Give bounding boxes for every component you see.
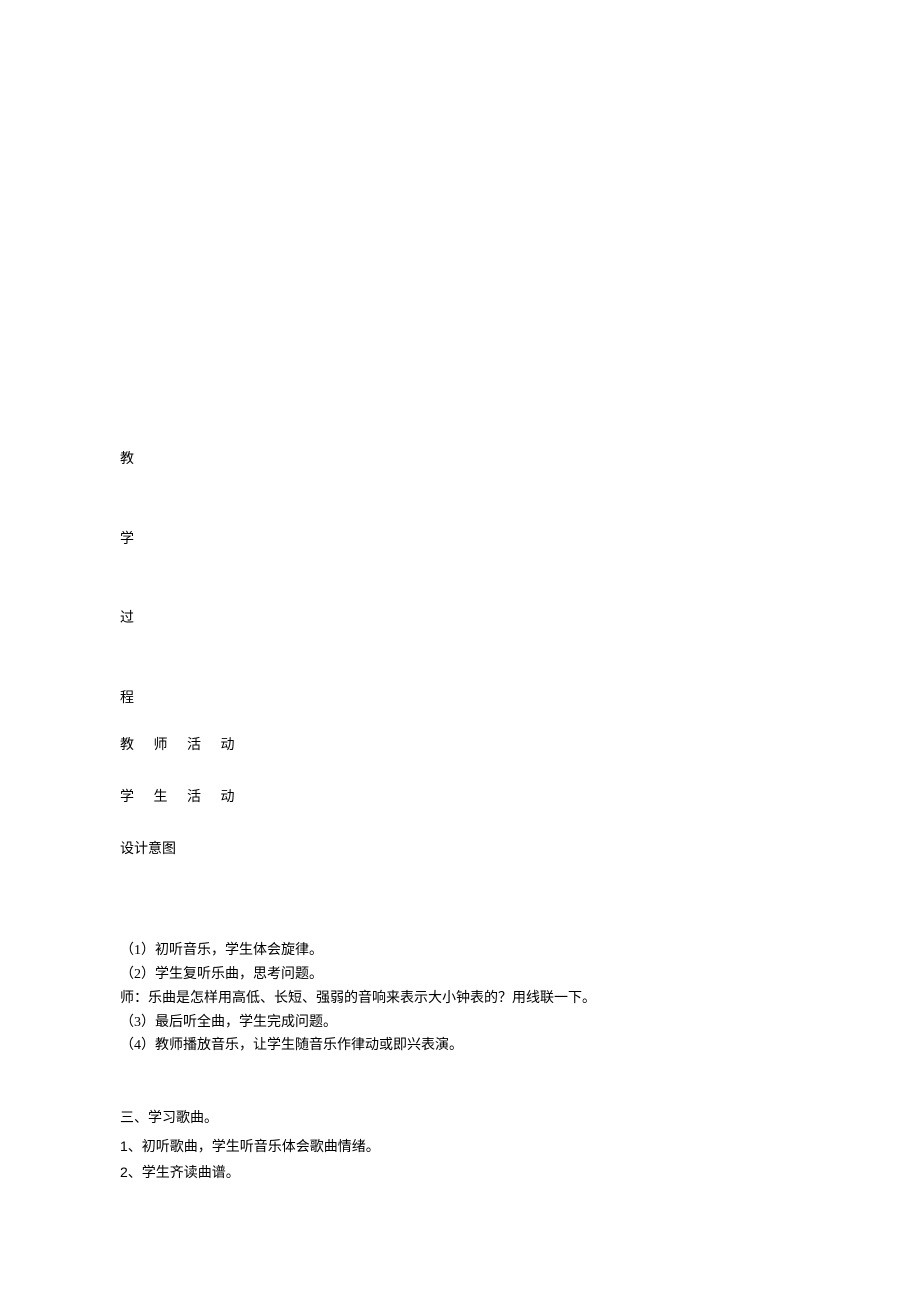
- content-item-4: （4）教师播放音乐，让学生随音乐作律动或即兴表演。: [120, 1034, 800, 1058]
- student-activity-label: 学 生 活 动: [120, 788, 800, 808]
- content-block: （1）初听音乐，学生体会旋律。 （2）学生复听乐曲，思考问题。 师：乐曲是怎样用…: [120, 939, 800, 1058]
- vertical-char-2: 学: [120, 530, 800, 550]
- design-intent-label: 设计意图: [120, 840, 800, 860]
- teacher-note: 师：乐曲是怎样用高低、长短、强弱的音响来表示大小钟表的？用线联一下。: [120, 987, 800, 1011]
- teacher-activity-label: 教 师 活 动: [120, 736, 800, 756]
- section-3: 三、学习歌曲。 1、初听歌曲，学生听音乐体会歌曲情绪。 2、学生齐读曲谱。: [120, 1106, 800, 1186]
- content-item-2: （2）学生复听乐曲，思考问题。: [120, 963, 800, 987]
- vertical-char-3: 过: [120, 609, 800, 629]
- content-item-3: （3）最后听全曲，学生完成问题。: [120, 1011, 800, 1035]
- section-3-line-1: 1、初听歌曲，学生听音乐体会歌曲情绪。: [120, 1133, 800, 1160]
- vertical-char-1: 教: [120, 450, 800, 470]
- vertical-char-4: 程: [120, 689, 800, 709]
- section-3-title: 三、学习歌曲。: [120, 1106, 800, 1133]
- section-3-line-2: 2、学生齐读曲谱。: [120, 1159, 800, 1186]
- content-item-1: （1）初听音乐，学生体会旋律。: [120, 939, 800, 963]
- vertical-header: 教 学 过 程: [120, 450, 800, 708]
